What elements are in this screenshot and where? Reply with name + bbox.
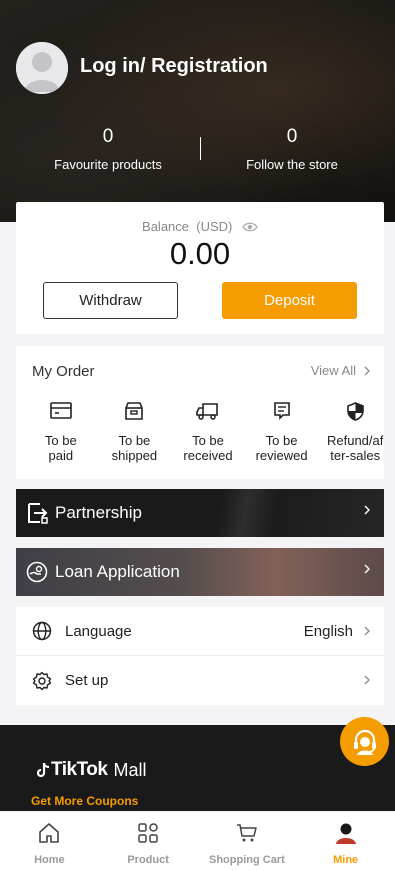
eye-icon[interactable] (242, 220, 258, 235)
loan-application-banner[interactable]: Loan Application (16, 548, 384, 596)
tiktok-note-icon (37, 762, 50, 778)
truck-icon (179, 402, 237, 422)
order-to-be-received[interactable]: To be received (179, 402, 237, 463)
gear-icon (31, 670, 53, 692)
balance-label-row: Balance (USD) (16, 219, 384, 235)
my-order-card: My Order View All To be paid To be shipped… (16, 346, 384, 479)
follow-store-label: Follow the store (246, 157, 338, 172)
favourite-products-count: 0 (102, 126, 114, 147)
chevron-right-icon (364, 564, 370, 574)
view-all-label: View All (310, 363, 356, 378)
setup-label: Set up (65, 672, 109, 689)
chevron-right-icon (364, 366, 370, 375)
nav-home[interactable]: Home (0, 812, 99, 871)
get-more-coupons-link[interactable]: Get More Coupons (31, 794, 138, 808)
review-icon (253, 402, 311, 422)
chevron-right-icon (364, 626, 370, 636)
partnership-icon (25, 501, 49, 525)
order-refund-label: Refund/af ter-sales (326, 433, 384, 463)
cart-icon (236, 821, 258, 845)
nav-home-label: Home (34, 854, 65, 866)
setup-row[interactable]: Set up (16, 656, 384, 705)
chevron-right-icon (364, 675, 370, 685)
settings-list: Language English Set up (16, 607, 384, 705)
balance-value: 0.00 (169, 236, 231, 271)
language-value: English (303, 622, 353, 640)
customer-service-button[interactable] (340, 717, 389, 766)
loan-icon (25, 560, 49, 584)
nav-product-label: Product (127, 854, 169, 866)
order-refund-after-sales[interactable]: Refund/af ter-sales (326, 402, 384, 463)
order-to-be-shipped-label: To be shipped (111, 433, 158, 463)
partnership-banner[interactable]: Partnership (16, 489, 384, 537)
login-registration-link[interactable]: Log in/ Registration (80, 55, 268, 78)
globe-icon (31, 620, 53, 642)
order-to-be-reviewed[interactable]: To be reviewed (253, 402, 311, 463)
balance-label: Balance (USD) (142, 219, 233, 234)
user-icon (335, 821, 357, 845)
footer-promo: TikTok Mall Get More Coupons (0, 725, 395, 815)
follow-store-count: 0 (286, 126, 298, 147)
brand-tiktok: TikTok (51, 759, 108, 780)
deposit-button[interactable]: Deposit (222, 282, 357, 319)
grid-icon (138, 821, 158, 845)
order-to-be-paid-label: To be paid (44, 433, 77, 463)
chevron-right-icon (364, 505, 370, 515)
follow-store-stat[interactable]: 0 Follow the store (197, 126, 387, 172)
user-avatar-icon (16, 42, 68, 94)
partnership-label: Partnership (55, 503, 142, 522)
loan-application-label: Loan Application (55, 562, 180, 581)
order-to-be-reviewed-label: To be reviewed (255, 433, 308, 463)
nav-shopping-cart[interactable]: Shopping Cart (198, 812, 297, 871)
order-to-be-received-label: To be received (183, 433, 233, 463)
wallet-icon (32, 402, 90, 422)
shield-icon (326, 402, 384, 422)
headset-icon (353, 729, 376, 755)
profile-header (0, 0, 395, 222)
home-icon (38, 821, 60, 845)
balance-card: Balance (USD) 0.00 Withdraw Deposit (16, 202, 384, 334)
avatar[interactable] (16, 42, 68, 94)
language-row[interactable]: Language English (16, 607, 384, 656)
nav-product[interactable]: Product (99, 812, 198, 871)
nav-shopping-cart-label: Shopping Cart (208, 854, 285, 866)
favourite-products-label: Favourite products (54, 157, 162, 172)
order-status-list: To be paid To be shipped To be received To … (16, 402, 384, 463)
language-label: Language (65, 622, 132, 640)
nav-mine[interactable]: Mine (296, 812, 395, 871)
view-all-orders-link[interactable]: View All (311, 363, 370, 378)
package-icon (106, 402, 164, 422)
brand-mall: Mall (113, 759, 147, 780)
order-to-be-shipped[interactable]: To be shipped (106, 402, 164, 463)
order-to-be-paid[interactable]: To be paid (32, 402, 90, 463)
my-order-title: My Order (32, 363, 95, 380)
bottom-navigation: Home Product Shopping Cart Mine (0, 811, 395, 871)
nav-mine-label: Mine (333, 854, 359, 866)
tiktok-mall-logo: TikTok Mall (37, 759, 147, 781)
withdraw-button[interactable]: Withdraw (43, 282, 178, 319)
favourite-products-stat[interactable]: 0 Favourite products (13, 126, 203, 172)
